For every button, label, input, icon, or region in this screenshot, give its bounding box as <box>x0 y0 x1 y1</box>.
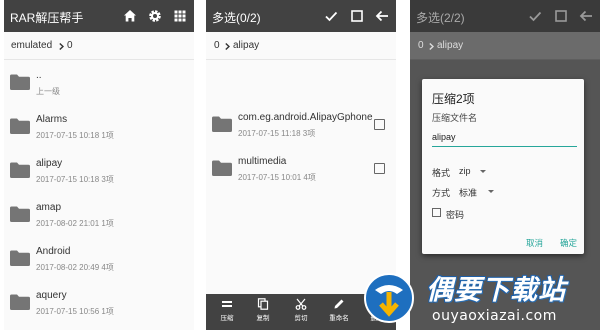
password-label: 密码 <box>446 210 465 220</box>
format-select[interactable]: zip <box>459 166 471 176</box>
compress-dialog: 压缩2项 压缩文件名 alipay 格式 zip 方式 标准 密码 取消 确定 <box>422 79 584 254</box>
folder-icon <box>10 162 30 178</box>
cut-label: 剪切 <box>294 315 308 322</box>
item-checkbox[interactable] <box>374 163 385 174</box>
password-checkbox[interactable] <box>432 208 441 217</box>
item-name: multimedia <box>238 156 287 167</box>
list-item[interactable]: amap 2017-08-02 21:01 1项 <box>4 194 194 238</box>
item-meta: 2017-07-15 10:56 1项 <box>36 307 114 316</box>
item-meta: 2017-08-02 21:01 1项 <box>36 219 114 228</box>
selection-title: 多选(2/2) <box>416 11 465 25</box>
dialog-title: 压缩2项 <box>432 92 475 106</box>
item-name: .. <box>36 70 42 81</box>
check-icon <box>529 11 542 22</box>
folder-icon <box>10 74 30 90</box>
list-item[interactable]: alipay 2017-07-15 10:18 3项 <box>4 150 194 194</box>
item-meta: 上一级 <box>36 87 60 96</box>
back-arrow-icon[interactable] <box>374 8 390 24</box>
item-name: com.eg.android.AlipayGphone <box>238 112 373 123</box>
item-meta: 2017-07-15 10:18 1项 <box>36 131 114 140</box>
filename-input[interactable]: alipay <box>432 129 577 147</box>
breadcrumb-root[interactable]: 0 <box>214 40 220 51</box>
folder-icon <box>10 206 30 222</box>
folder-icon <box>212 116 232 132</box>
list-item[interactable]: aquery 2017-07-15 10:56 1项 <box>4 282 194 326</box>
copy-button[interactable]: 复制 <box>248 298 278 328</box>
check-icon[interactable] <box>323 8 339 24</box>
copy-icon <box>257 298 269 310</box>
back-arrow-icon <box>579 10 592 22</box>
item-name: amap <box>36 202 62 213</box>
item-name: alipay <box>36 158 63 169</box>
compress-icon <box>222 301 232 307</box>
rename-button[interactable]: 重命名 <box>324 298 354 328</box>
list-item[interactable]: Alarms 2017-07-15 10:18 1项 <box>4 106 194 150</box>
app-title: RAR解压帮手 <box>10 11 84 25</box>
file-browser-panel: RAR解压帮手 emulated 0 .. 上一级 Alarms 2017-07… <box>4 0 194 330</box>
site-logo-icon <box>364 273 414 323</box>
pencil-icon <box>334 299 344 309</box>
site-watermark: 偶要下载站 ouyaoxiazai.com <box>356 266 600 330</box>
breadcrumb-current: 0 <box>67 40 73 51</box>
rename-label: 重命名 <box>329 315 349 322</box>
copy-label: 复制 <box>256 315 270 322</box>
breadcrumb-root[interactable]: emulated <box>11 40 52 51</box>
format-label: 格式 <box>432 168 451 178</box>
item-name: Alarms <box>36 114 68 125</box>
app-bar: RAR解压帮手 <box>4 0 194 32</box>
cancel-button[interactable]: 取消 <box>526 237 543 249</box>
list-item[interactable]: Android 2017-08-02 20:49 4项 <box>4 238 194 282</box>
chevron-right-icon <box>225 43 230 50</box>
compress-label: 压缩 <box>220 315 234 322</box>
breadcrumb-current: alipay <box>233 40 260 51</box>
watermark-text: 偶要下载站 <box>426 275 566 305</box>
compress-button[interactable]: 压缩 <box>212 298 242 328</box>
item-name: aquery <box>36 290 67 301</box>
select-all-icon[interactable] <box>349 8 365 24</box>
grid-menu-icon[interactable] <box>172 8 188 24</box>
folder-icon <box>10 250 30 266</box>
home-icon[interactable] <box>122 8 138 24</box>
folder-icon <box>212 160 232 176</box>
breadcrumb: 0 alipay <box>206 32 396 60</box>
select-all-icon <box>555 10 567 22</box>
gear-icon[interactable] <box>147 8 163 24</box>
dropdown-arrow-icon[interactable] <box>480 170 486 173</box>
item-checkbox[interactable] <box>374 119 385 130</box>
filename-label: 压缩文件名 <box>432 113 478 123</box>
app-bar: 多选(2/2) <box>410 0 600 32</box>
item-meta: 2017-07-15 10:18 3项 <box>36 175 114 184</box>
folder-icon <box>10 294 30 310</box>
confirm-button[interactable]: 确定 <box>560 237 577 249</box>
list-item[interactable]: .. 上一级 <box>4 62 194 106</box>
method-select[interactable]: 标准 <box>459 186 477 199</box>
folder-icon <box>10 118 30 134</box>
item-meta: 2017-07-15 11:18 3项 <box>238 129 316 138</box>
item-meta: 2017-08-02 20:49 4项 <box>36 263 114 272</box>
breadcrumb: emulated 0 <box>4 32 194 60</box>
breadcrumb-current: alipay <box>437 40 464 51</box>
breadcrumb-root: 0 <box>418 40 424 51</box>
cut-button[interactable]: 剪切 <box>286 298 316 328</box>
chevron-right-icon <box>59 43 64 50</box>
app-bar: 多选(0/2) <box>206 0 396 32</box>
method-label: 方式 <box>432 188 451 198</box>
list-item[interactable]: multimedia 2017-07-15 10:01 4项 <box>206 148 396 192</box>
chevron-right-icon <box>429 43 434 50</box>
item-meta: 2017-07-15 10:01 4项 <box>238 173 316 182</box>
selection-title: 多选(0/2) <box>212 11 261 25</box>
watermark-url: ouyaoxiazai.com <box>432 308 557 324</box>
breadcrumb: 0 alipay <box>410 32 600 60</box>
dropdown-arrow-icon[interactable] <box>488 190 494 193</box>
item-name: Android <box>36 246 71 257</box>
list-item[interactable]: com.eg.android.AlipayGphone 2017-07-15 1… <box>206 104 396 148</box>
scissors-icon <box>295 298 307 310</box>
